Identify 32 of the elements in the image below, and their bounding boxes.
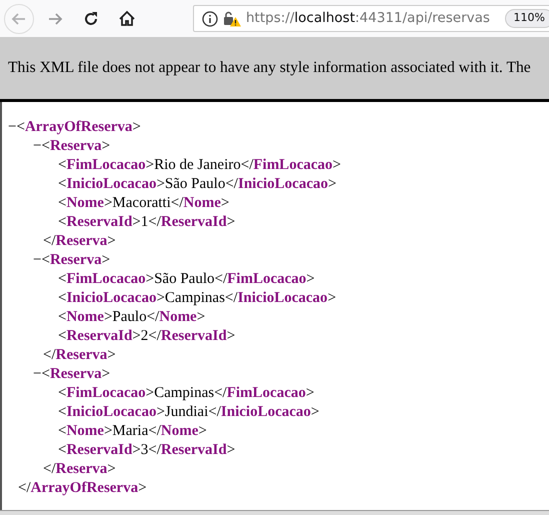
xml-element-line: <Nome>Maria</Nome> [58,423,207,439]
collapse-toggle[interactable]: − [8,119,16,135]
xml-element-line: <ReservaId>2</ReservaId> [58,328,236,344]
home-icon[interactable] [118,10,136,28]
xml-element-line: <Nome>Paulo</Nome> [58,309,206,325]
xml-element-line: <ReservaId>1</ReservaId> [58,214,236,230]
url-text[interactable]: https://localhost:44311/api/reservas [246,8,490,29]
zoom-level-button[interactable]: 110% [504,9,549,28]
xml-element-line: <ReservaId>3</ReservaId> [58,442,236,458]
xml-open-tag: <Reserva> [41,138,110,154]
xml-element-line: <FimLocacao>São Paulo</FimLocacao> [58,271,315,287]
collapse-toggle[interactable]: − [33,138,42,154]
xml-element-line: <InicioLocacao>São Paulo</InicioLocacao> [58,176,336,192]
collapse-toggle[interactable]: − [33,366,42,382]
xml-element-line: <InicioLocacao>Jundiai</InicioLocacao> [58,404,320,420]
xml-close-tag: </Reserva> [43,461,116,477]
xml-close-tag: </Reserva> [43,347,116,363]
xml-notice-banner: This XML file does not appear to have any style information associated with it. The [0,37,549,102]
xml-element-line: <InicioLocacao>Campinas</InicioLocacao> [58,290,336,306]
xml-element-line: <FimLocacao>Rio de Janeiro</FimLocacao> [58,157,341,173]
address-bar[interactable]: https://localhost:44311/api/reservas 110% [193,5,549,32]
xml-element-line: <Nome>Macoratti</Nome> [58,195,230,211]
xml-open-tag: <Reserva> [41,252,110,268]
info-icon[interactable] [202,10,218,26]
xml-close-tag: </Reserva> [43,233,116,249]
reload-icon[interactable] [82,10,100,28]
xml-element-line: <FimLocacao>Campinas</FimLocacao> [58,385,314,401]
xml-open-tag: <Reserva> [41,366,110,382]
lock-warning-icon[interactable] [223,10,241,26]
collapse-toggle[interactable]: − [33,252,42,268]
xml-open-tag: <ArrayOfReserva> [16,119,141,135]
xml-close-tag: </ArrayOfReserva> [18,480,147,496]
